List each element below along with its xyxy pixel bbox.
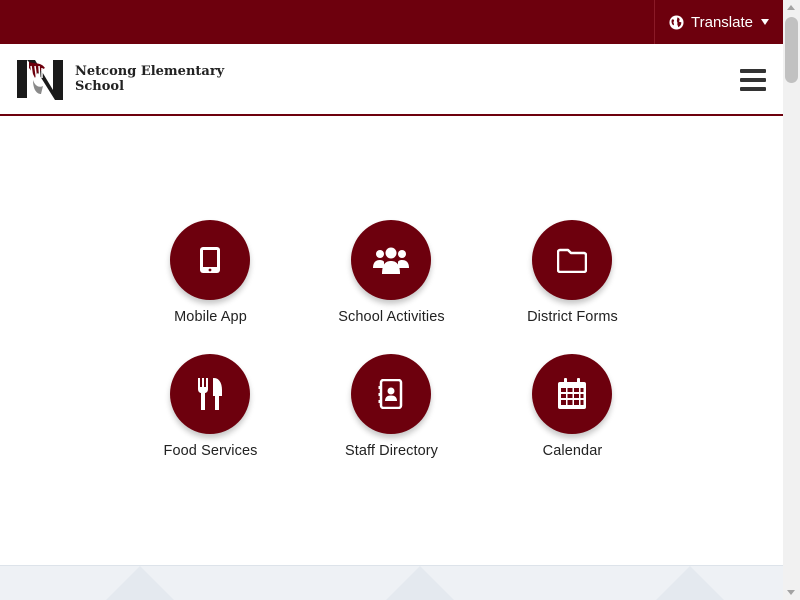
school-logo-icon[interactable]	[15, 58, 66, 102]
folder-icon	[557, 248, 587, 273]
quick-link-label: School Activities	[338, 309, 445, 325]
quick-link-circle	[532, 354, 612, 434]
quick-link-circle	[351, 354, 431, 434]
quick-link-circle	[170, 354, 250, 434]
quick-link-label: Calendar	[542, 443, 603, 459]
decorative-shape	[650, 566, 730, 600]
hamburger-menu-icon[interactable]	[740, 69, 766, 91]
quick-link-calendar[interactable]: Calendar	[482, 354, 663, 469]
users-icon	[373, 247, 409, 274]
tablet-icon	[200, 247, 220, 273]
decorative-shape	[100, 566, 180, 600]
scroll-down-icon[interactable]	[787, 590, 795, 595]
globe-icon	[669, 14, 684, 30]
translate-button[interactable]: Translate	[654, 0, 783, 44]
top-bar: Translate	[0, 0, 783, 44]
quick-link-district-forms[interactable]: District Forms	[482, 220, 663, 335]
quick-link-food-services[interactable]: Food Services	[120, 354, 301, 469]
quick-link-staff-directory[interactable]: Staff Directory	[301, 354, 482, 469]
quick-link-circle	[351, 220, 431, 300]
site-header: Netcong Elementary School	[0, 44, 783, 116]
quick-link-label: Staff Directory	[344, 443, 439, 459]
translate-label: Translate	[691, 13, 753, 31]
calendar-icon	[558, 378, 586, 409]
scroll-up-icon[interactable]	[787, 5, 795, 10]
footer-band	[0, 565, 783, 600]
quick-link-circle	[532, 220, 612, 300]
decorative-shape	[380, 566, 460, 600]
quick-link-circle	[170, 220, 250, 300]
quick-link-label: Mobile App	[174, 309, 247, 325]
quick-link-label: Food Services	[163, 443, 258, 459]
utensils-icon	[198, 378, 222, 410]
quick-link-mobile-app[interactable]: Mobile App	[120, 220, 301, 335]
scrollbar-thumb[interactable]	[785, 17, 798, 83]
school-name[interactable]: Netcong Elementary School	[75, 64, 225, 94]
chevron-down-icon	[760, 19, 769, 25]
page-scrollbar[interactable]	[783, 0, 800, 600]
quick-link-label: District Forms	[527, 309, 618, 325]
quick-link-school-activities[interactable]: School Activities	[301, 220, 482, 335]
address-book-icon	[378, 379, 403, 409]
